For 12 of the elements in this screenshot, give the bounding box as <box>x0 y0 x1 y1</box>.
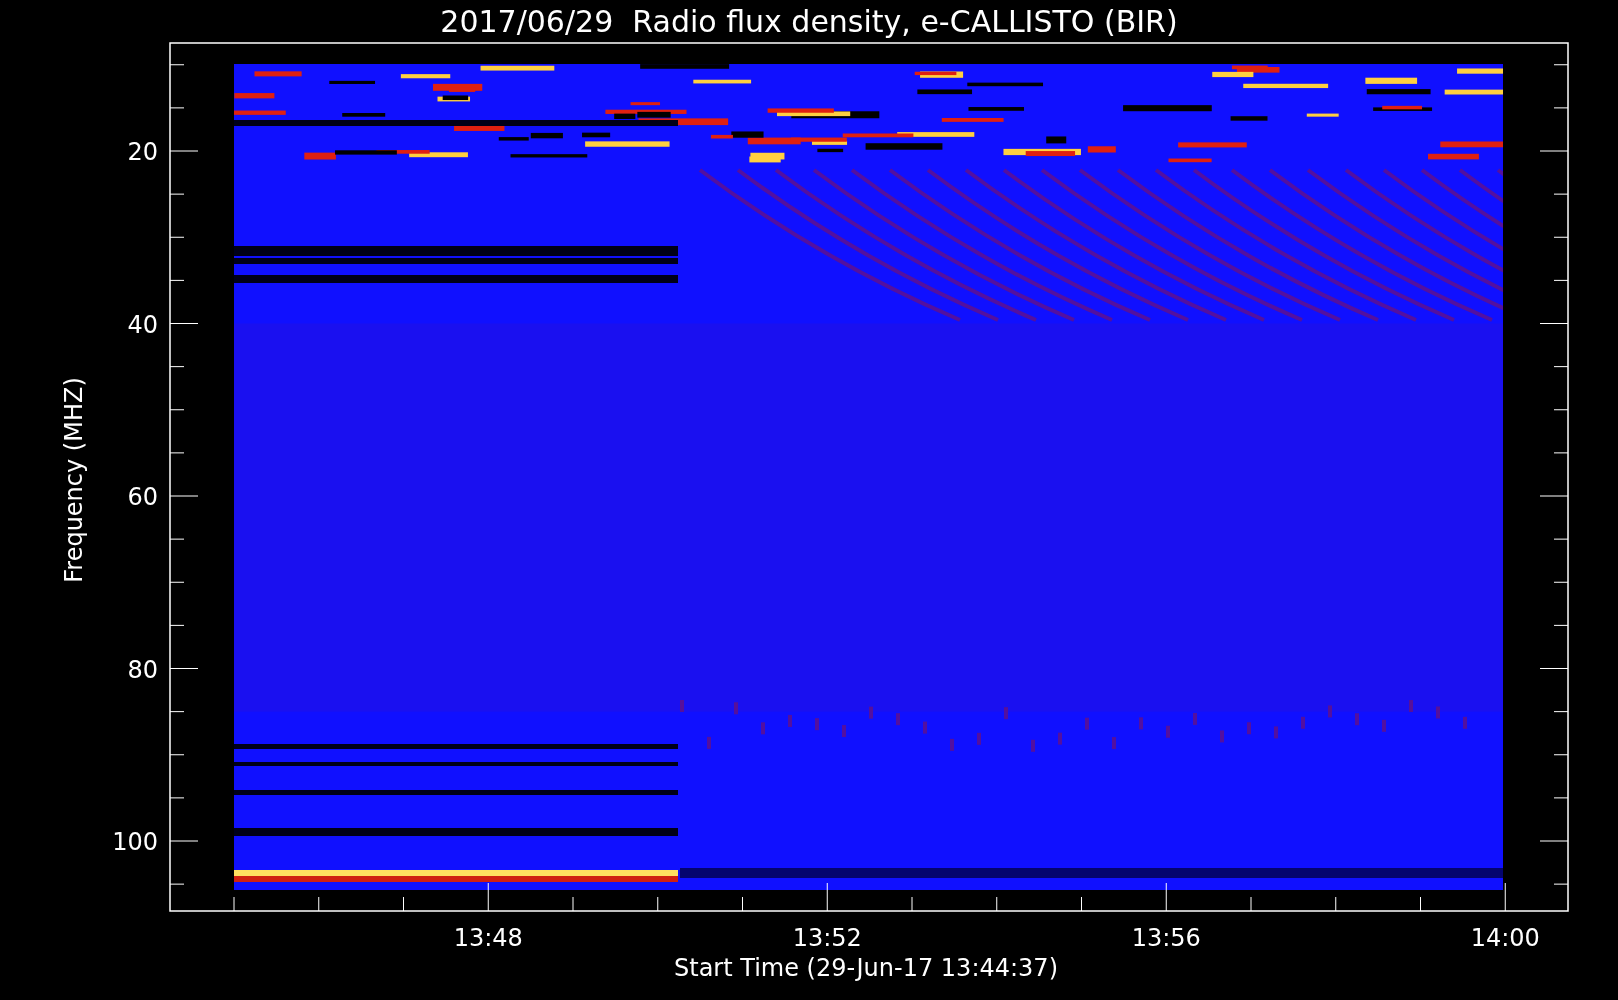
tick-label: 13:48 <box>453 924 523 952</box>
tick-label: 80 <box>127 655 158 684</box>
chart-title: 2017/06/29 Radio flux density, e-CALLISTO (BIR) <box>440 4 1178 39</box>
tick-label: 20 <box>127 138 158 166</box>
tick-label: 13:56 <box>1131 924 1201 952</box>
axis-label: Start Time (29-Jun-17 13:44:37) <box>674 954 1058 982</box>
tick-label: 14:00 <box>1470 924 1540 952</box>
tick-label: 40 <box>127 310 158 339</box>
axis-label: Frequency (MHZ) <box>60 377 88 583</box>
tick-label: 13:52 <box>792 924 862 952</box>
tick-label: 60 <box>127 483 158 511</box>
tick-label: 100 <box>112 828 158 856</box>
